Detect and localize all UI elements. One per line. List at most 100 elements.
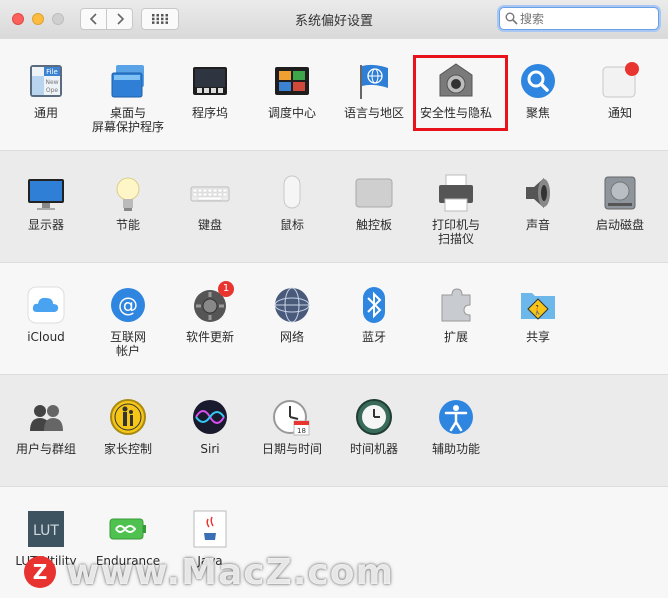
pref-pane-startup-disk[interactable]: 启动磁盘 [579,173,661,232]
update-badge: 1 [218,281,234,297]
lut-utility-icon: LUT [26,509,66,549]
pref-pane-label: 蓝牙 [361,330,386,344]
pref-pane-internet-accounts[interactable]: @ 互联网 帐户 [87,285,169,358]
watermark-logo: Z [24,556,56,588]
pref-pane-time-machine[interactable]: 时间机器 [333,397,415,456]
time-machine-icon [354,397,394,437]
extensions-icon [436,285,476,325]
svg-text:18: 18 [297,427,306,435]
pref-pane-sound[interactable]: 声音 [497,173,579,232]
pref-pane-accessibility[interactable]: 辅助功能 [415,397,497,456]
pane-row-2: 显示器 节能 键盘 鼠标 触控板 打印机与 扫描仪 声音 启动磁盘 [0,150,668,262]
pref-pane-date-time[interactable]: 18 日期与时间 [251,397,333,456]
pref-pane-dock[interactable]: 程序坞 [169,61,251,120]
search-field[interactable] [499,7,659,30]
pref-pane-users-groups[interactable]: 用户与群组 [5,397,87,456]
pane-row-3: iCloud @ 互联网 帐户 1 软件更新 网络 蓝牙 扩展 🚶 共享 [0,262,668,374]
endurance-icon [108,509,148,549]
pref-pane-label: 时间机器 [349,442,398,456]
pref-pane-displays[interactable]: 显示器 [5,173,87,232]
highlight-box [413,55,508,131]
pref-pane-label: 声音 [525,218,550,232]
pref-pane-label: 扩展 [443,330,468,344]
pref-pane-label: 程序坞 [191,106,228,120]
pref-pane-spotlight[interactable]: 聚焦 [497,61,579,120]
dock-icon [190,61,230,101]
pref-pane-label: 网络 [279,330,304,344]
svg-text:LUT: LUT [33,523,59,539]
pane-row-4: 用户与群组 家长控制 Siri 18 日期与时间 时间机器 辅助功能 [0,374,668,486]
internet-accounts-icon: @ [108,285,148,325]
pref-pane-icloud[interactable]: iCloud [5,285,87,344]
pref-pane-software-update[interactable]: 1 软件更新 [169,281,251,344]
pref-pane-label: iCloud [27,330,65,344]
title-bar: 系统偏好设置 [0,0,668,39]
general-icon: File New Ope [26,61,66,101]
pref-pane-label: 通知 [607,106,632,120]
pref-pane-label: 语言与地区 [343,106,404,120]
pref-pane-label: Siri [200,442,220,456]
svg-text:@: @ [118,293,138,317]
svg-text:File: File [46,68,58,76]
svg-text:New: New [45,79,58,86]
trackpad-icon [354,173,394,213]
pref-pane-language-region[interactable]: 语言与地区 [333,61,415,120]
pref-pane-sharing[interactable]: 🚶 共享 [497,285,579,344]
search-input[interactable] [520,10,650,27]
date-time-icon: 18 [272,397,312,437]
pref-pane-label: 桌面与 屏幕保护程序 [91,106,164,134]
search-icon [505,12,518,25]
pref-pane-label: 打印机与 扫描仪 [431,218,480,246]
notifications-icon [600,61,640,101]
pref-pane-extensions[interactable]: 扩展 [415,285,497,344]
users-groups-icon [26,397,66,437]
pref-pane-label: 家长控制 [103,442,152,456]
pref-pane-general[interactable]: File New Ope 通用 [5,61,87,120]
printers-scanners-icon [436,173,476,213]
system-preferences-window: 系统偏好设置 File NewOpe 通用 桌面与 屏幕保护程序 程序坞 调度中心 语言与地… [0,0,668,598]
pref-pane-label: 鼠标 [279,218,304,232]
siri-icon [190,397,230,437]
startup-disk-icon [600,173,640,213]
pref-pane-label: 触控板 [355,218,392,232]
pref-pane-keyboard[interactable]: 键盘 [169,173,251,232]
pane-row-1: File New Ope 通用 桌面与 屏幕保护程序 程序坞 调度中心 语言与地区 安全性与隐私… [0,38,668,150]
pref-pane-desktop-screensaver[interactable]: 桌面与 屏幕保护程序 [87,61,169,134]
pref-pane-label: 用户与群组 [15,442,76,456]
pref-pane-label: 软件更新 [185,330,234,344]
mouse-icon [272,173,312,213]
pref-pane-trackpad[interactable]: 触控板 [333,173,415,232]
pref-pane-label: 聚焦 [525,106,550,120]
pref-pane-label: 日期与时间 [261,442,322,456]
pref-pane-label: 互联网 帐户 [109,330,146,358]
svg-text:🚶: 🚶 [532,304,543,316]
pref-pane-label: 节能 [115,218,140,232]
spotlight-icon [518,61,558,101]
pref-pane-bluetooth[interactable]: 蓝牙 [333,285,415,344]
pref-pane-network[interactable]: 网络 [251,285,333,344]
pref-pane-label: 键盘 [197,218,222,232]
bluetooth-icon [354,285,394,325]
pref-pane-mission-control[interactable]: 调度中心 [251,61,333,120]
mission-control-icon [272,61,312,101]
parental-controls-icon [108,397,148,437]
pref-pane-siri[interactable]: Siri [169,397,251,456]
desktop-screensaver-icon [108,61,148,101]
sound-icon [518,173,558,213]
watermark-text: www.MacZ.com [66,551,394,593]
pref-pane-mouse[interactable]: 鼠标 [251,173,333,232]
pref-pane-notifications[interactable]: 通知 [579,61,661,120]
pref-pane-label: 显示器 [27,218,64,232]
energy-saver-icon [108,173,148,213]
pref-pane-label: 启动磁盘 [595,218,644,232]
accessibility-icon [436,397,476,437]
pref-pane-energy-saver[interactable]: 节能 [87,173,169,232]
software-update-icon: 1 [190,281,234,325]
pref-pane-printers-scanners[interactable]: 打印机与 扫描仪 [415,173,497,246]
pref-pane-label: 辅助功能 [431,442,480,456]
watermark: Z www.MacZ.com [24,551,394,593]
svg-text:Ope: Ope [46,87,59,94]
icloud-icon [26,285,66,325]
network-icon [272,285,312,325]
pref-pane-parental-controls[interactable]: 家长控制 [87,397,169,456]
